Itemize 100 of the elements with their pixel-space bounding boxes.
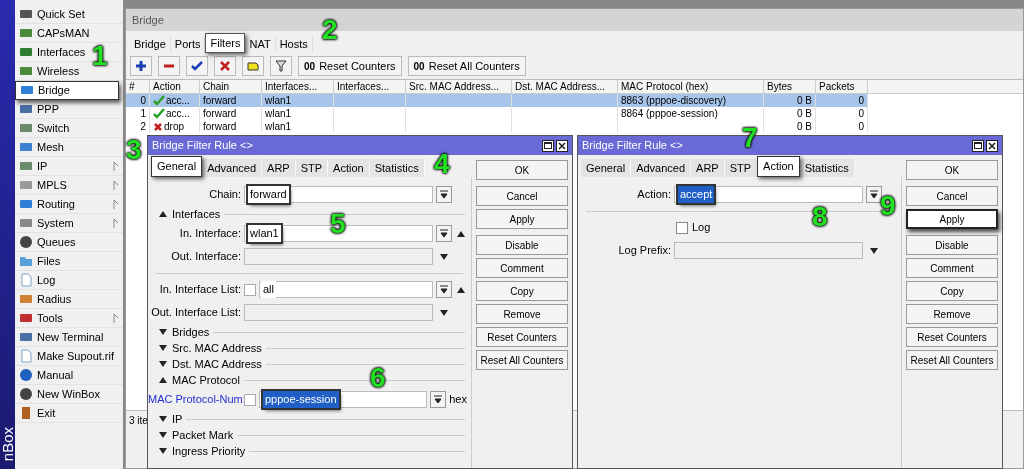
tab[interactable]: Action [757, 156, 800, 177]
dialog-button[interactable]: Comment [906, 258, 998, 278]
sidebar-item[interactable]: Files [15, 251, 65, 271]
maximize-button[interactable] [972, 139, 984, 152]
dialog-button[interactable]: Remove [476, 304, 568, 324]
sidebar-item[interactable]: Routing [15, 194, 79, 214]
table-row[interactable]: 0 acc... forward wlan1 8863 (pppoe-discovery) 0 B 0 [126, 94, 868, 107]
input-field[interactable]: pppoe-session [259, 391, 428, 408]
expand-arrow-icon[interactable] [869, 246, 879, 255]
tab[interactable]: Action [328, 159, 370, 177]
expand-arrow-icon[interactable] [158, 431, 168, 439]
dialog-button[interactable]: Reset All Counters [476, 350, 568, 370]
sidebar-item[interactable]: Make Supout.rif [15, 346, 119, 366]
disable-icon[interactable] [214, 56, 236, 76]
sidebar-item[interactable]: Manual [15, 365, 78, 385]
dialog-button[interactable]: Copy [476, 281, 568, 301]
section-header[interactable]: IP [172, 410, 183, 428]
reset-button[interactable]: 00 Reset Counters [298, 56, 402, 76]
sidebar-item[interactable]: Mesh [15, 137, 68, 157]
section-header[interactable]: Packet Mark [172, 426, 234, 444]
sidebar-item[interactable]: Wireless [15, 61, 84, 81]
sidebar-item[interactable]: Radius [15, 289, 76, 309]
dialog-button[interactable]: Cancel [906, 186, 998, 206]
dialog-button[interactable]: Reset Counters [906, 327, 998, 347]
collapse-arrow-icon[interactable] [456, 285, 466, 294]
tab[interactable]: General [151, 156, 203, 177]
dialog-button[interactable]: Remove [906, 304, 998, 324]
sidebar-item[interactable]: Exit [15, 403, 60, 423]
dropdown-button[interactable] [436, 281, 452, 298]
expand-arrow-icon[interactable] [158, 447, 168, 455]
sidebar-item[interactable]: Log [15, 270, 60, 290]
sidebar-item[interactable]: Queues [15, 232, 80, 252]
expand-arrow-icon[interactable] [158, 344, 168, 352]
column-header[interactable]: Dst. MAC Address... [512, 80, 618, 93]
sidebar-item[interactable]: PPP [15, 99, 63, 119]
dropdown-button[interactable] [430, 391, 447, 408]
dialog-button[interactable]: Cancel [476, 186, 568, 206]
tab[interactable]: STP [295, 159, 329, 177]
column-header[interactable]: Src. MAC Address... [406, 80, 512, 93]
column-header[interactable]: Interfaces... [262, 80, 334, 93]
column-header[interactable]: Bytes [764, 80, 816, 93]
column-header[interactable]: # [126, 80, 150, 93]
tab[interactable]: Statistics [369, 159, 425, 177]
sidebar-item[interactable]: IP [15, 156, 52, 176]
tab[interactable]: NAT [245, 36, 276, 53]
sidebar-item[interactable]: Tools [15, 308, 67, 328]
filter-icon[interactable] [270, 56, 292, 76]
tab[interactable]: STP [724, 159, 758, 177]
tab[interactable]: ARP [691, 159, 725, 177]
sidebar-item[interactable]: Interfaces [15, 42, 90, 62]
column-header[interactable]: Chain [200, 80, 262, 93]
dialog-button[interactable]: Apply [906, 209, 998, 229]
tab[interactable]: General [581, 159, 632, 177]
collapse-arrow-icon[interactable] [456, 229, 466, 238]
close-button[interactable] [556, 139, 568, 152]
tab[interactable]: Bridge [130, 36, 171, 53]
section-header[interactable]: Src. MAC Address [172, 339, 262, 357]
dialog-button[interactable]: Comment [476, 258, 568, 278]
column-header[interactable]: Interfaces... [334, 80, 406, 93]
table-row[interactable]: 1 acc... forward wlan1 8864 (pppoe-session) 0 B 0 [126, 107, 868, 120]
tab[interactable]: Filters [205, 33, 246, 53]
dialog-button[interactable]: OK [476, 160, 568, 180]
input-field[interactable] [674, 242, 863, 259]
dialog-button[interactable]: Reset All Counters [906, 350, 998, 370]
sidebar-item[interactable]: New Terminal [15, 327, 108, 347]
sidebar-item[interactable]: New WinBox [15, 384, 104, 404]
tab[interactable]: Hosts [275, 36, 313, 53]
tab[interactable]: Statistics [799, 159, 855, 177]
dialog-button[interactable]: Apply [476, 209, 568, 229]
sidebar-item[interactable]: Quick Set [15, 4, 89, 24]
collapse-arrow-icon[interactable] [158, 210, 168, 218]
column-header[interactable]: Packets [816, 80, 868, 93]
sidebar-item[interactable]: System [15, 213, 78, 233]
maximize-button[interactable] [542, 139, 554, 152]
column-header[interactable]: Action [150, 80, 200, 93]
sidebar-item[interactable]: Switch [15, 118, 74, 138]
section-header[interactable]: Bridges [172, 323, 210, 341]
input-field[interactable] [244, 304, 433, 321]
expand-arrow-icon[interactable] [439, 252, 449, 261]
dialog-button[interactable]: Disable [476, 235, 568, 255]
input-field[interactable]: accept [674, 186, 863, 203]
reset-button[interactable]: 00 Reset All Counters [407, 56, 526, 76]
tab[interactable]: Advanced [631, 159, 692, 177]
dialog-button[interactable]: OK [906, 160, 998, 180]
dropdown-button[interactable] [436, 186, 452, 203]
checkbox[interactable] [676, 221, 688, 234]
dropdown-button[interactable] [866, 186, 882, 203]
section-header[interactable]: Dst. MAC Address [172, 355, 262, 373]
dialog-button[interactable]: Copy [906, 281, 998, 301]
input-field[interactable] [244, 248, 433, 265]
dialog-button[interactable]: Disable [906, 235, 998, 255]
expand-arrow-icon[interactable] [439, 308, 449, 317]
section-header[interactable]: MAC Protocol [172, 371, 240, 389]
checkbox[interactable] [244, 393, 256, 406]
input-field[interactable]: forward [244, 186, 433, 203]
expand-arrow-icon[interactable] [158, 360, 168, 368]
sidebar-item[interactable]: CAPsMAN [15, 23, 94, 43]
tab[interactable]: ARP [262, 159, 296, 177]
add-icon[interactable] [130, 56, 152, 76]
column-header[interactable]: MAC Protocol (hex) [618, 80, 764, 93]
